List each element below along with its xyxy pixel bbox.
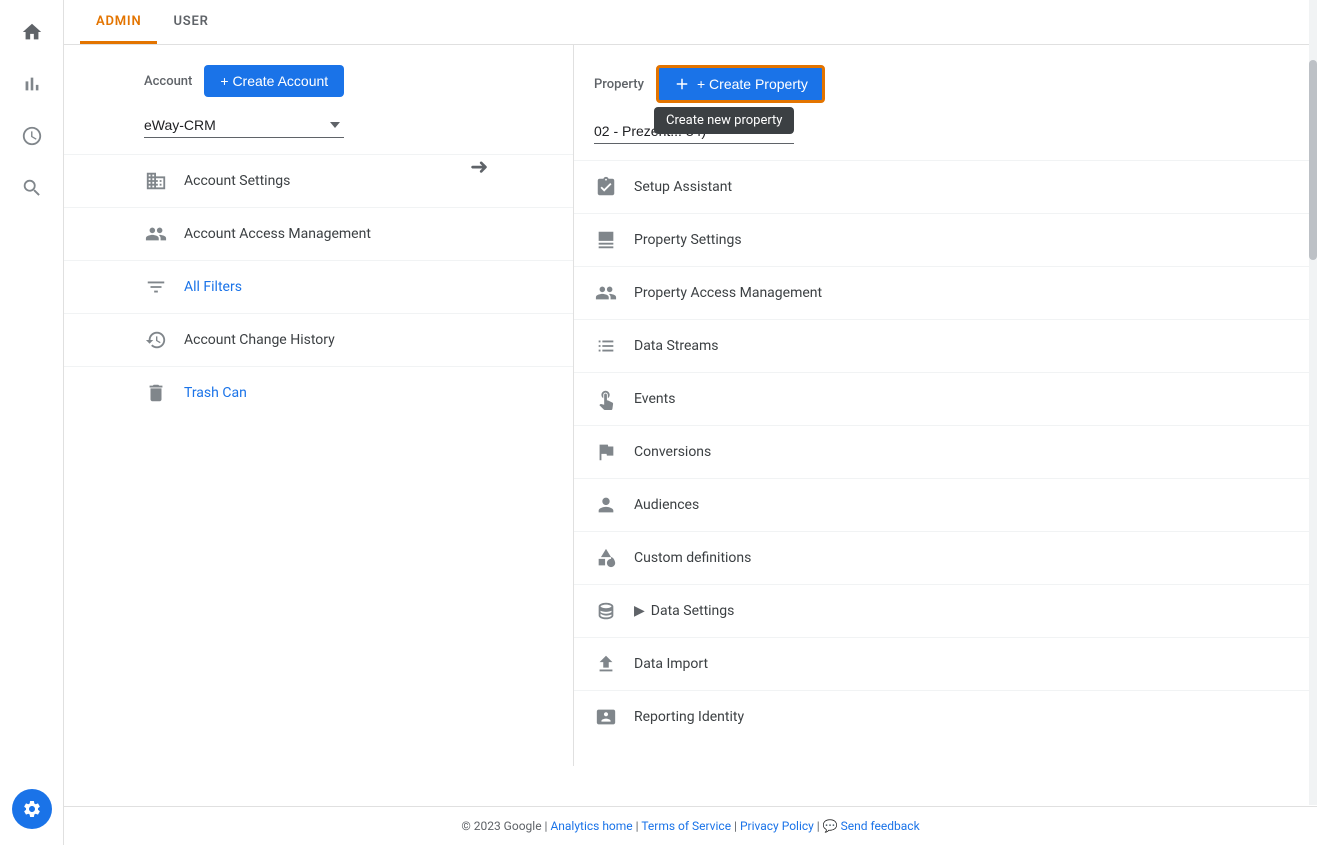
footer-analytics-home[interactable]: Analytics home [550, 819, 632, 833]
scrollbar-track [1309, 0, 1317, 805]
sidebar-search-icon[interactable] [8, 164, 56, 212]
account-dropdown-row: eWay-CRM [64, 113, 573, 146]
create-property-label: + Create Property [697, 76, 808, 92]
menu-item-events[interactable]: Events [574, 372, 1317, 425]
people2-icon [594, 281, 618, 305]
menu-item-data-settings[interactable]: ▶ Data Settings [574, 584, 1317, 637]
filter-icon [144, 275, 168, 299]
window-icon [594, 228, 618, 252]
upload-icon [594, 652, 618, 676]
property-menu-list: Setup Assistant Property Settings [574, 160, 1317, 743]
property-access-label: Property Access Management [634, 285, 822, 301]
menu-item-setup-assistant[interactable]: Setup Assistant [574, 160, 1317, 213]
footer-feedback[interactable]: Send feedback [841, 819, 920, 833]
settings-gear-button[interactable] [12, 789, 52, 829]
menu-item-custom-definitions[interactable]: Custom definitions [574, 531, 1317, 584]
property-column: Property + Create Property Create new pr… [574, 45, 1317, 766]
account-menu-list: Account Settings Account Access Manageme… [64, 154, 573, 419]
menu-item-change-history[interactable]: Account Change History [64, 313, 573, 366]
menu-item-trash-can[interactable]: Trash Can [64, 366, 573, 419]
data-import-label: Data Import [634, 656, 708, 672]
scrollbar-thumb[interactable] [1309, 60, 1317, 260]
menu-item-all-filters[interactable]: All Filters [64, 260, 573, 313]
shapes-icon [594, 546, 618, 570]
all-filters-label: All Filters [184, 279, 242, 295]
people-icon [144, 222, 168, 246]
menu-item-reporting-identity[interactable]: Reporting Identity [574, 690, 1317, 743]
touch-icon [594, 387, 618, 411]
footer-copyright: © 2023 Google [461, 819, 541, 833]
account-column: Account + Create Account eWay-CRM Accoun… [64, 45, 574, 766]
account-settings-label: Account Settings [184, 173, 290, 189]
property-header: Property + Create Property Create new pr… [574, 65, 1317, 119]
create-property-button[interactable]: + Create Property [656, 65, 825, 103]
create-account-button[interactable]: + Create Account [204, 65, 344, 97]
footer: © 2023 Google | Analytics home | Terms o… [64, 806, 1317, 845]
menu-item-audiences[interactable]: Audiences [574, 478, 1317, 531]
reporting-identity-label: Reporting Identity [634, 709, 744, 725]
account-access-label: Account Access Management [184, 226, 371, 242]
history-icon [144, 328, 168, 352]
footer-feedback-icon: 💬 [823, 819, 838, 833]
sidebar-home-icon[interactable] [8, 8, 56, 56]
sidebar-activity-icon[interactable] [8, 112, 56, 160]
building-icon [144, 169, 168, 193]
menu-item-property-settings[interactable]: Property Settings [574, 213, 1317, 266]
create-new-property-tooltip: Create new property [654, 107, 794, 134]
menu-item-account-access[interactable]: Account Access Management [64, 207, 573, 260]
person-list-icon [594, 493, 618, 517]
menu-item-data-import[interactable]: Data Import [574, 637, 1317, 690]
menu-item-conversions[interactable]: Conversions [574, 425, 1317, 478]
trash-icon [144, 381, 168, 405]
footer-terms[interactable]: Terms of Service [641, 819, 731, 833]
tab-bar: ADMIN USER [64, 0, 1317, 45]
clipboard-icon [594, 175, 618, 199]
setup-assistant-label: Setup Assistant [634, 179, 732, 195]
sidebar-bottom [12, 789, 52, 829]
menu-item-property-access[interactable]: Property Access Management [574, 266, 1317, 319]
admin-area: Account + Create Account eWay-CRM Accoun… [64, 45, 1317, 766]
property-settings-label: Property Settings [634, 232, 742, 248]
streams-icon [594, 334, 618, 358]
tab-user[interactable]: USER [157, 0, 224, 44]
id-card-icon [594, 705, 618, 729]
conversions-label: Conversions [634, 444, 711, 460]
content-area: Account + Create Account eWay-CRM Accoun… [64, 45, 1317, 806]
sidebar-reports-icon[interactable] [8, 60, 56, 108]
account-header: Account + Create Account [64, 65, 573, 113]
sidebar [0, 0, 64, 845]
change-history-label: Account Change History [184, 332, 335, 348]
data-settings-label: Data Settings [651, 603, 735, 619]
account-dropdown[interactable]: eWay-CRM [144, 113, 344, 138]
custom-definitions-label: Custom definitions [634, 550, 751, 566]
data-settings-arrow: ▶ [634, 603, 645, 619]
events-label: Events [634, 391, 675, 407]
data-settings-row: ▶ Data Settings [634, 603, 734, 619]
main-content: ADMIN USER Account + Create Account eWay… [64, 0, 1317, 845]
database-icon [594, 599, 618, 623]
flag-icon [594, 440, 618, 464]
account-label: Account [144, 74, 192, 89]
audiences-label: Audiences [634, 497, 699, 513]
menu-item-account-settings[interactable]: Account Settings [64, 154, 573, 207]
trash-can-label: Trash Can [184, 385, 247, 401]
menu-item-data-streams[interactable]: Data Streams [574, 319, 1317, 372]
tab-admin[interactable]: ADMIN [80, 0, 157, 44]
footer-privacy[interactable]: Privacy Policy [740, 819, 814, 833]
column-separator-arrow: ➜ [470, 155, 488, 180]
data-streams-label: Data Streams [634, 338, 719, 354]
property-label: Property [594, 77, 644, 92]
